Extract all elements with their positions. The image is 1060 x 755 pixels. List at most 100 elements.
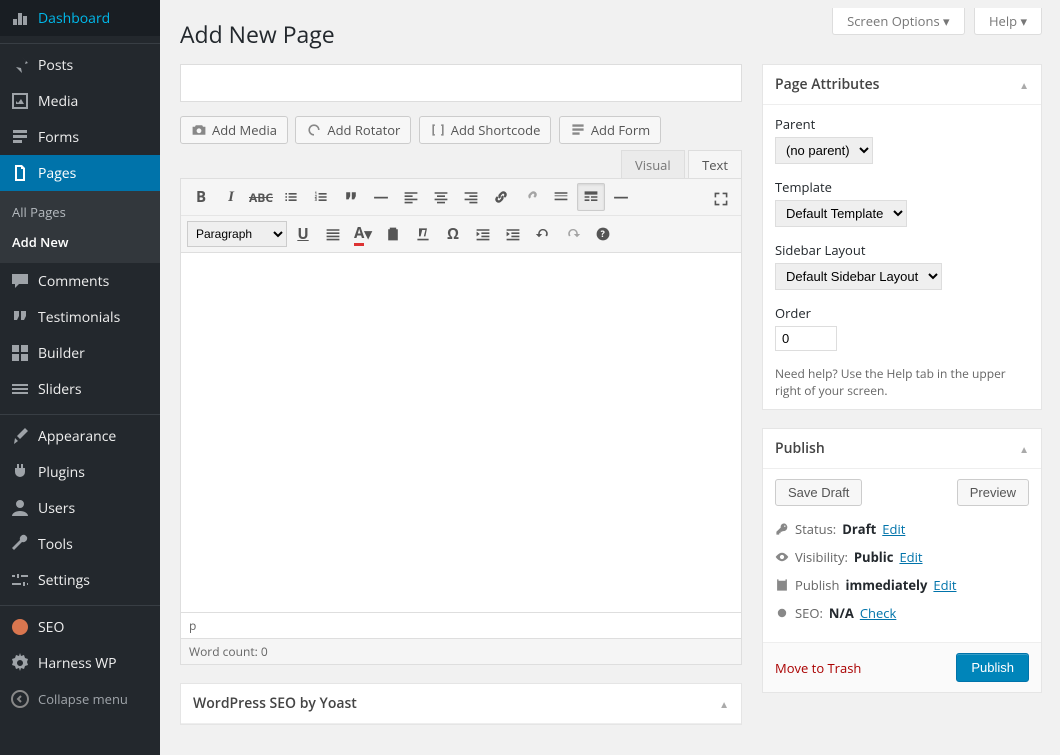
dashboard-icon (10, 8, 30, 28)
eye-icon (775, 550, 789, 564)
strikethrough-button[interactable]: ABC (247, 183, 275, 211)
menu-comments[interactable]: Comments (0, 263, 160, 299)
editor-content[interactable] (180, 253, 742, 613)
menu-media[interactable]: Media (0, 83, 160, 119)
add-shortcode-button[interactable]: Add Shortcode (419, 116, 552, 144)
underline-button[interactable]: U (289, 220, 317, 248)
add-form-button[interactable]: Add Form (559, 116, 661, 144)
menu-label: Harness WP (38, 654, 117, 673)
tab-text[interactable]: Text (688, 150, 742, 179)
collapse-menu[interactable]: Collapse menu (0, 681, 160, 717)
screen-meta-links: Screen Options ▾ Help ▾ (826, 8, 1042, 35)
menu-seo[interactable]: SEO (0, 609, 160, 645)
publish-button[interactable]: Publish (956, 653, 1029, 682)
submenu-pages: All Pages Add New (0, 191, 160, 263)
page-attributes-header[interactable]: Page Attributes ▲ (763, 65, 1041, 105)
rotator-icon (306, 122, 322, 138)
format-select[interactable]: Paragraph (187, 221, 287, 247)
status-row: Status: Draft Edit (775, 520, 1029, 538)
help-button[interactable]: ? (589, 220, 617, 248)
brush-icon (10, 426, 30, 446)
unlink-button[interactable] (517, 183, 545, 211)
seo-metabox: WordPress SEO by Yoast ▲ (180, 683, 742, 725)
align-right-button[interactable] (457, 183, 485, 211)
blockquote-button[interactable] (337, 183, 365, 211)
paste-text-button[interactable] (379, 220, 407, 248)
editor-toolbar: B I ABC 123 — — (180, 178, 742, 253)
hr-button[interactable]: — (367, 183, 395, 211)
italic-button[interactable]: I (217, 183, 245, 211)
menu-builder[interactable]: Builder (0, 335, 160, 371)
shortcode-icon (430, 122, 446, 138)
indent-button[interactable] (499, 220, 527, 248)
toggle-icon: ▲ (719, 697, 729, 711)
add-rotator-button[interactable]: Add Rotator (295, 116, 411, 144)
order-input[interactable] (775, 326, 837, 351)
submenu-all-pages[interactable]: All Pages (0, 197, 160, 227)
sidebar-layout-select[interactable]: Default Sidebar Layout (775, 263, 942, 290)
menu-separator (0, 601, 160, 606)
menu-posts[interactable]: Posts (0, 47, 160, 83)
fullscreen-button[interactable] (707, 185, 735, 213)
menu-sliders[interactable]: Sliders (0, 371, 160, 407)
menu-appearance[interactable]: Appearance (0, 418, 160, 454)
link-button[interactable] (487, 183, 515, 211)
tab-visual[interactable]: Visual (621, 150, 685, 179)
edit-visibility-link[interactable]: Edit (899, 548, 922, 566)
submenu-add-new[interactable]: Add New (0, 227, 160, 257)
add-media-button[interactable]: Add Media (180, 116, 288, 144)
menu-forms[interactable]: Forms (0, 119, 160, 155)
undo-button[interactable] (529, 220, 557, 248)
save-draft-button[interactable]: Save Draft (775, 479, 862, 506)
post-title-input[interactable] (180, 64, 742, 102)
menu-label: Users (38, 499, 75, 518)
menu-users[interactable]: Users (0, 490, 160, 526)
menu-pages[interactable]: Pages (0, 155, 160, 191)
page-attr-help: Need help? Use the Help tab in the upper… (775, 365, 1029, 399)
menu-settings[interactable]: Settings (0, 562, 160, 598)
textcolor-button[interactable]: A▾ (349, 220, 377, 248)
align-left-button[interactable] (397, 183, 425, 211)
preview-button[interactable]: Preview (957, 479, 1029, 506)
align-center-button[interactable] (427, 183, 455, 211)
justify-button[interactable] (319, 220, 347, 248)
more-button[interactable] (547, 183, 575, 211)
template-select[interactable]: Default Template (775, 200, 907, 227)
check-seo-link[interactable]: Check (860, 604, 897, 622)
visibility-row: Visibility: Public Edit (775, 548, 1029, 566)
numbered-list-button[interactable]: 123 (307, 183, 335, 211)
bullet-list-button[interactable] (277, 183, 305, 211)
menu-label: Builder (38, 344, 85, 363)
quote-icon (10, 307, 30, 327)
toolbar-toggle-button[interactable] (577, 183, 605, 211)
publish-header[interactable]: Publish ▲ (763, 429, 1041, 469)
sliders-icon (10, 379, 30, 399)
page-attributes-title: Page Attributes (775, 75, 880, 94)
menu-testimonials[interactable]: Testimonials (0, 299, 160, 335)
edit-status-link[interactable]: Edit (882, 520, 905, 538)
menu-label: Media (38, 92, 78, 111)
parent-select[interactable]: (no parent) (775, 137, 873, 164)
pin-icon (10, 55, 30, 75)
clear-format-button[interactable] (409, 220, 437, 248)
menu-harness[interactable]: Harness WP (0, 645, 160, 681)
media-buttons: Add Media Add Rotator Add Shortcode Add … (180, 116, 742, 144)
help-tab[interactable]: Help ▾ (974, 8, 1042, 35)
menu-tools[interactable]: Tools (0, 526, 160, 562)
menu-plugins[interactable]: Plugins (0, 454, 160, 490)
screen-options-tab[interactable]: Screen Options ▾ (832, 8, 965, 35)
edit-schedule-link[interactable]: Edit (933, 576, 956, 594)
bold-button[interactable]: B (187, 183, 215, 211)
special-char-button[interactable]: Ω (439, 220, 467, 248)
menu-label: Posts (38, 56, 73, 75)
redo-button[interactable] (559, 220, 587, 248)
seo-metabox-header[interactable]: WordPress SEO by Yoast ▲ (181, 684, 741, 724)
comments-icon (10, 271, 30, 291)
parent-label: Parent (775, 115, 1029, 133)
menu-dashboard[interactable]: Dashboard (0, 0, 160, 36)
move-to-trash-link[interactable]: Move to Trash (775, 659, 861, 677)
form-icon (570, 122, 586, 138)
sidebar-layout-label: Sidebar Layout (775, 241, 1029, 259)
outdent-button[interactable] (469, 220, 497, 248)
distraction-button[interactable]: — (607, 183, 635, 211)
